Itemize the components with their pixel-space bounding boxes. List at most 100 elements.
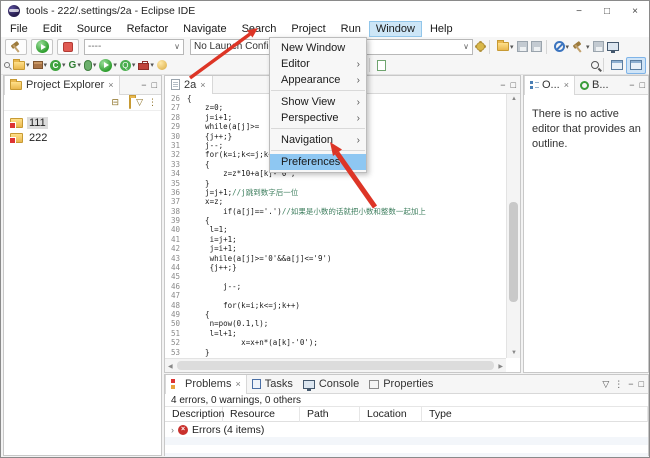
close-icon[interactable]: × [200, 80, 205, 90]
run-as-button[interactable]: ▾ [99, 57, 117, 73]
menu-item[interactable]: Appearance › [270, 72, 366, 88]
tab-tasks[interactable]: Tasks [247, 375, 298, 394]
chevron-down-icon[interactable]: ▾ [93, 61, 97, 69]
menu-item[interactable] [271, 88, 365, 91]
tree-item[interactable]: 111 [10, 115, 161, 130]
chevron-down-icon[interactable]: ∨ [463, 42, 469, 51]
tab-b[interactable]: B... [575, 76, 614, 95]
menubar-item[interactable]: File [3, 21, 35, 37]
annotation-search-button[interactable] [4, 57, 10, 73]
tab-problems[interactable]: Problems × [165, 375, 247, 394]
last-edit-location-button[interactable] [377, 57, 386, 73]
new-class-button[interactable]: C▾ [50, 57, 66, 73]
menubar-item[interactable]: Run [334, 21, 368, 37]
view-menu-icon[interactable]: ⋮ [614, 379, 623, 390]
tab-outline[interactable]: O... × [524, 76, 575, 95]
open-perspective-button[interactable] [608, 57, 626, 74]
close-icon[interactable]: × [564, 80, 569, 90]
scroll-right-icon[interactable]: ▶ [498, 363, 503, 370]
open-element-button[interactable] [157, 57, 167, 73]
chevron-down-icon[interactable]: ▾ [150, 61, 154, 69]
menu-item[interactable]: Preferences [270, 154, 366, 170]
close-icon[interactable]: × [235, 379, 240, 389]
menu-item[interactable]: Show View › [270, 94, 366, 110]
chevron-down-icon[interactable]: ▾ [113, 61, 117, 69]
minimize-panel-icon[interactable]: − [628, 379, 633, 389]
scroll-left-icon[interactable]: ◀ [168, 363, 173, 370]
vertical-scrollbar[interactable]: ▲ ▼ [506, 94, 520, 358]
chevron-down-icon[interactable]: ▾ [26, 61, 30, 69]
tab-editor-2a[interactable]: 2a × [165, 76, 213, 94]
menu-item[interactable] [271, 148, 365, 151]
chevron-down-icon[interactable]: ▾ [44, 61, 48, 69]
menu-item[interactable]: Perspective › [270, 110, 366, 126]
expander-icon[interactable]: › [171, 425, 174, 435]
maximize-panel-icon[interactable]: □ [152, 80, 157, 90]
horizontal-scroll-thumb[interactable] [177, 361, 494, 370]
column-header[interactable]: Type [422, 407, 640, 422]
menubar-item[interactable]: Search [235, 21, 284, 37]
horizontal-scrollbar[interactable]: ◀ ▶ [165, 358, 506, 372]
collapse-all-icon[interactable]: ⊟ [112, 97, 120, 108]
tab-properties[interactable]: Properties [364, 375, 438, 394]
column-header[interactable]: Description [165, 407, 223, 422]
vertical-scroll-thumb[interactable] [509, 202, 518, 302]
minimize-panel-icon[interactable]: − [500, 80, 505, 90]
chevron-down-icon[interactable]: ▾ [62, 61, 66, 69]
menu-item[interactable]: New Window [270, 40, 366, 56]
menu-item[interactable]: Editor › [270, 56, 366, 72]
scroll-up-icon[interactable]: ▲ [511, 96, 517, 102]
filter-icon[interactable]: ▽ [602, 379, 609, 390]
close-icon[interactable]: × [108, 80, 113, 90]
minimize-panel-icon[interactable]: − [141, 80, 146, 90]
errors-group-row[interactable]: › × Errors (4 items) [165, 422, 648, 437]
debug-button[interactable]: ▾ [84, 57, 97, 73]
view-menu-icon[interactable]: ⋮ [148, 97, 157, 108]
new-package-button[interactable]: ▾ [33, 57, 48, 73]
column-header[interactable] [640, 407, 648, 422]
menubar-item[interactable]: Source [70, 21, 119, 37]
column-header[interactable]: Resource [223, 407, 300, 422]
chevron-down-icon[interactable]: ▾ [77, 61, 81, 69]
tab-project-explorer[interactable]: Project Explorer × [4, 76, 120, 95]
launch-bar-combo[interactable]: ---- ∨ [84, 39, 184, 55]
menubar-item[interactable]: Edit [36, 21, 69, 37]
scroll-down-icon[interactable]: ▼ [511, 350, 517, 356]
chevron-down-icon[interactable]: ▾ [586, 43, 590, 51]
maximize-panel-icon[interactable]: □ [511, 80, 516, 90]
build-all-button[interactable]: ▾ [572, 39, 590, 55]
skip-breakpoints-button[interactable]: ▾ [554, 39, 570, 55]
chevron-down-icon[interactable]: ▾ [132, 61, 136, 69]
column-header[interactable]: Path [300, 407, 360, 422]
new-button[interactable]: ▾ [497, 39, 514, 55]
filter-icon[interactable]: ▽ [136, 97, 143, 108]
coverage-as-button[interactable]: G▾ [69, 57, 81, 73]
menu-item[interactable] [271, 126, 365, 129]
chevron-down-icon[interactable]: ▾ [510, 43, 514, 51]
menubar-item[interactable]: Window [369, 21, 422, 37]
column-header[interactable]: Location [360, 407, 422, 422]
open-console-button[interactable] [607, 39, 619, 55]
java-perspective-button[interactable] [626, 57, 646, 74]
chevron-down-icon[interactable]: ∨ [174, 42, 180, 51]
minimize-panel-icon[interactable]: − [629, 80, 634, 90]
new-project-button[interactable]: ▾ [13, 57, 30, 73]
link-editor-icon[interactable] [124, 98, 131, 108]
menu-item[interactable]: Navigation › [270, 132, 366, 148]
coverage-button[interactable] [593, 39, 604, 55]
run-button[interactable] [31, 39, 53, 55]
external-tools-button[interactable]: ▾ [138, 57, 154, 73]
menubar-item[interactable]: Refactor [120, 21, 176, 37]
close-button[interactable]: × [621, 1, 649, 21]
menubar-item[interactable]: Help [423, 21, 460, 37]
stop-button[interactable] [57, 39, 79, 55]
search-button[interactable] [591, 57, 599, 73]
chevron-down-icon[interactable]: ▾ [566, 43, 570, 51]
profile-button[interactable]: Q▾ [120, 57, 136, 73]
maximize-panel-icon[interactable]: □ [639, 379, 644, 389]
new-wizard-button[interactable] [5, 39, 27, 55]
minimize-button[interactable]: − [565, 1, 593, 21]
maximize-panel-icon[interactable]: □ [640, 80, 645, 90]
tree-item[interactable]: 222 [10, 130, 161, 145]
maximize-button[interactable]: □ [593, 1, 621, 21]
